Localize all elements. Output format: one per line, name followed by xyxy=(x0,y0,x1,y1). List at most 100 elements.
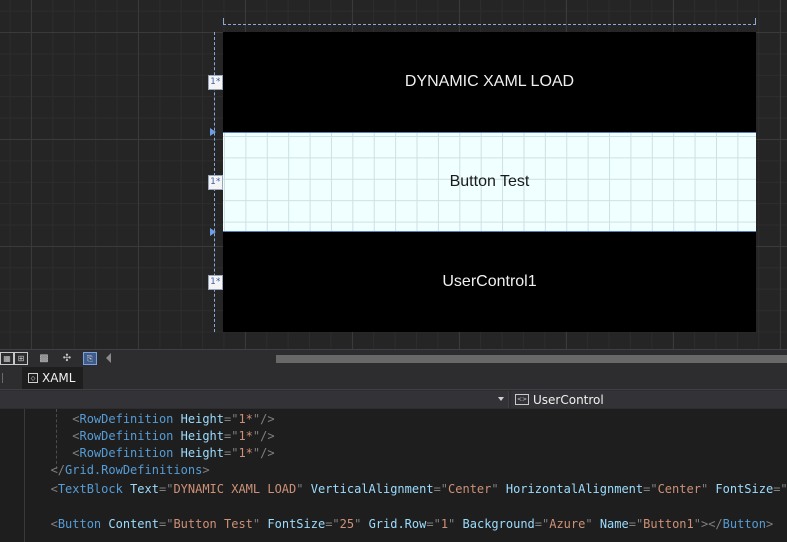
code-token: Center xyxy=(448,482,492,496)
code-token: DYNAMIC XAML LOAD xyxy=(173,482,297,496)
button-test-button[interactable]: Button Test xyxy=(223,132,756,232)
code-token: =" xyxy=(224,429,239,443)
grid-view-icon[interactable]: ▦ xyxy=(0,352,14,365)
code-token: VerticalAlignment xyxy=(310,482,434,496)
code-token: TextBlock xyxy=(57,482,123,496)
code-line[interactable]: <RowDefinition Height="1*"/> xyxy=(0,428,275,445)
element-dropdown-value: UserControl xyxy=(533,392,604,407)
title-textblock[interactable]: DYNAMIC XAML LOAD xyxy=(223,32,756,132)
code-token: =" xyxy=(534,517,550,531)
row-size-marker[interactable]: 1* xyxy=(208,175,223,190)
fit-selection-icon[interactable]: ⊞ xyxy=(14,352,28,365)
xaml-designer-surface[interactable]: 1* 1* 1* DYNAMIC XAML LOAD Button Test U… xyxy=(0,0,787,349)
code-line[interactable]: <RowDefinition Height="1*"/> xyxy=(0,445,275,462)
code-token: Button xyxy=(57,517,102,531)
element-dropdown[interactable]: <> UserControl xyxy=(511,391,787,408)
code-token: 1* xyxy=(238,446,253,460)
code-token: Button1 xyxy=(643,517,694,531)
code-token: </ xyxy=(50,463,66,477)
xaml-icon: ◇ xyxy=(28,373,38,383)
toggle-artboard-icon[interactable]: ⎘ xyxy=(83,352,97,365)
code-token: Content xyxy=(108,517,159,531)
code-token: Name xyxy=(599,517,629,531)
code-token: Text xyxy=(130,482,159,496)
usercontrol-canvas[interactable]: DYNAMIC XAML LOAD Button Test UserContro… xyxy=(223,32,756,332)
code-token: =" xyxy=(628,517,644,531)
code-token: =" xyxy=(325,517,340,531)
code-token: RowDefinition xyxy=(79,446,174,460)
code-token: "/> xyxy=(252,429,275,443)
usercontrol-icon: <> xyxy=(515,394,529,405)
code-line[interactable]: <Button Content="Button Test" FontSize="… xyxy=(0,516,774,533)
code-token: Height xyxy=(180,412,224,426)
code-token: FontSize xyxy=(267,517,326,531)
code-token: 1 xyxy=(440,517,449,531)
code-token: =" xyxy=(643,482,658,496)
title-text: DYNAMIC XAML LOAD xyxy=(404,73,575,90)
code-token: Background xyxy=(462,517,535,531)
code-token: "></ xyxy=(693,517,723,531)
code-token: "/> xyxy=(252,446,275,460)
code-token: < xyxy=(50,482,58,496)
code-line[interactable]: </Grid.RowDefinitions> xyxy=(0,462,210,479)
code-token: > xyxy=(766,517,774,531)
code-token: Grid.RowDefinitions xyxy=(65,463,203,477)
code-token: RowDefinition xyxy=(79,412,174,426)
element-scope-dropdown[interactable] xyxy=(0,391,509,408)
code-line[interactable]: <TextBlock Text="DYNAMIC XAML LOAD" Vert… xyxy=(0,481,787,498)
row-size-marker[interactable]: 1* xyxy=(208,75,223,90)
code-token: " xyxy=(491,482,499,496)
tab-xaml[interactable]: ◇ XAML xyxy=(22,367,84,389)
snap-icon[interactable]: ✣ xyxy=(60,352,74,365)
designer-toolbar: ▦ ⊞ ▩ ✣ ⎘ xyxy=(0,349,787,367)
button-text: Button Test xyxy=(449,173,530,190)
tab-separator xyxy=(2,373,3,383)
code-token: < xyxy=(50,517,58,531)
code-token: FontSize xyxy=(715,482,774,496)
code-token: "/> xyxy=(252,412,275,426)
pane-tab-strip: ◇ XAML xyxy=(0,367,787,389)
row-divider-handle[interactable] xyxy=(210,128,216,136)
code-token: =" xyxy=(426,517,441,531)
code-token: 25 xyxy=(339,517,355,531)
navigation-bar: <> UserControl xyxy=(0,389,787,409)
horizontal-scrollbar[interactable] xyxy=(276,355,787,363)
chevron-down-icon[interactable] xyxy=(498,397,504,401)
code-token: =" xyxy=(224,412,239,426)
code-token: > xyxy=(202,463,210,477)
row-size-marker[interactable]: 1* xyxy=(208,275,223,290)
code-token: Center xyxy=(657,482,701,496)
code-token: " xyxy=(296,482,304,496)
code-token: =" xyxy=(158,482,174,496)
code-line[interactable]: <RowDefinition Height="1*"/> xyxy=(0,411,275,428)
column-ruler[interactable] xyxy=(223,18,756,25)
code-token: =" xyxy=(773,482,787,496)
tab-xaml-label: XAML xyxy=(42,371,76,385)
xaml-code-editor[interactable]: <RowDefinition Height="1*"/> <RowDefinit… xyxy=(0,409,787,542)
usercontrol1-element[interactable]: UserControl1 xyxy=(223,232,756,332)
code-token: Button xyxy=(722,517,767,531)
code-token: " xyxy=(585,517,593,531)
code-token: =" xyxy=(433,482,449,496)
scroll-left-icon[interactable] xyxy=(106,353,111,363)
checker-icon[interactable]: ▩ xyxy=(37,352,51,365)
code-token: Button Test xyxy=(173,517,253,531)
usercontrol1-text: UserControl1 xyxy=(442,273,537,290)
code-token: HorizontalAlignment xyxy=(505,482,644,496)
code-token: =" xyxy=(158,517,174,531)
code-token: 1* xyxy=(238,429,253,443)
row-divider-handle[interactable] xyxy=(210,228,216,236)
